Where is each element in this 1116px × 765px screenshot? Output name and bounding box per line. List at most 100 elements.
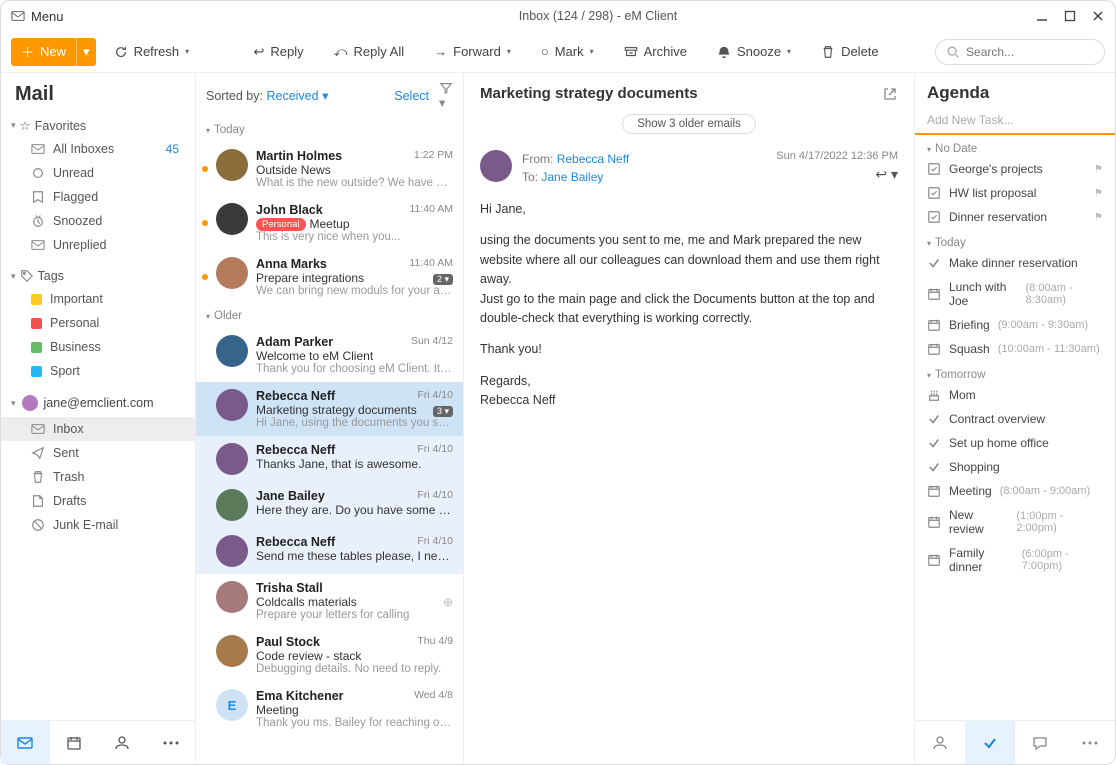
folder-junk-e-mail[interactable]: Junk E-mail (1, 513, 195, 537)
message-item[interactable]: Paul StockThu 4/9Code review - stackDebu… (196, 628, 463, 682)
sidebar-fav-unread[interactable]: Unread (1, 161, 195, 185)
nav-calendar-button[interactable] (50, 721, 99, 764)
folder-inbox[interactable]: Inbox (1, 417, 195, 441)
agenda-item[interactable]: George's projects⚑ (915, 157, 1115, 181)
folder-drafts[interactable]: Drafts (1, 489, 195, 513)
filter-icon[interactable]: ▾ (439, 81, 453, 110)
sender-avatar (480, 150, 512, 182)
close-button[interactable] (1091, 9, 1105, 23)
message-time: Sun 4/12 (411, 335, 453, 349)
new-dropdown[interactable]: ▾ (76, 38, 96, 66)
sidebar-fav-all-inboxes[interactable]: All Inboxes45 (1, 137, 195, 161)
panel-more-button[interactable] (1065, 721, 1115, 764)
tag-color-icon (31, 342, 42, 353)
reply-all-button[interactable]: ⤺Reply All (326, 40, 412, 64)
agenda-section-tomorrow[interactable]: ▾Tomorrow (915, 361, 1115, 383)
account-header[interactable]: ▾jane@emclient.com (1, 389, 195, 417)
message-subject: Send me these tables please, I need... (256, 549, 453, 563)
avatar (216, 535, 248, 567)
agenda: Agenda Add New Task... ▾No Date George's… (915, 73, 1115, 764)
sender-name: John Black (256, 203, 323, 217)
sidebar-tag-business[interactable]: Business (1, 335, 195, 359)
new-button[interactable]: ＋New ▾ (11, 38, 96, 66)
show-older-button[interactable]: Show 3 older emails (622, 114, 756, 134)
agenda-item[interactable]: New review (1:00pm - 2:00pm) (915, 503, 1115, 541)
sidebar-fav-flagged[interactable]: Flagged (1, 185, 195, 209)
agenda-item[interactable]: Set up home office (915, 431, 1115, 455)
menu-button[interactable]: Menu (31, 9, 64, 24)
message-subject: Coldcalls materials⊕ (256, 595, 453, 609)
archive-button[interactable]: Archive (616, 40, 695, 64)
panel-chat-button[interactable] (1015, 721, 1065, 764)
message-item[interactable]: Trisha StallColdcalls materials⊕Prepare … (196, 574, 463, 628)
agenda-item[interactable]: Make dinner reservation (915, 251, 1115, 275)
sidebar-tag-sport[interactable]: Sport (1, 359, 195, 383)
sort-dropdown[interactable]: Received ▾ (266, 88, 328, 103)
popout-icon[interactable] (882, 86, 898, 102)
agenda-item[interactable]: Dinner reservation⚑ (915, 205, 1115, 229)
reply-button[interactable]: ↩Reply (245, 40, 311, 64)
add-task-input[interactable]: Add New Task... (915, 107, 1115, 135)
sidebar-fav-unreplied[interactable]: Unreplied (1, 233, 195, 257)
cal-icon (927, 287, 941, 301)
agenda-item[interactable]: Family dinner (6:00pm - 7:00pm) (915, 541, 1115, 579)
menu-icon[interactable] (11, 9, 25, 23)
to-link[interactable]: Jane Bailey (541, 170, 603, 184)
search-input[interactable] (966, 45, 1094, 59)
sidebar-tag-personal[interactable]: Personal (1, 311, 195, 335)
avatar (216, 443, 248, 475)
agenda-item[interactable]: Meeting (8:00am - 9:00am) (915, 479, 1115, 503)
agenda-item[interactable]: Contract overview (915, 407, 1115, 431)
agenda-item[interactable]: Lunch with Joe (8:00am - 8:30am) (915, 275, 1115, 313)
panel-contacts-button[interactable] (915, 721, 965, 764)
reply-dropdown-icon[interactable]: ↩ ▾ (875, 166, 898, 182)
message-item[interactable]: Rebecca NeffFri 4/10Thanks Jane, that is… (196, 436, 463, 482)
agenda-item[interactable]: Shopping (915, 455, 1115, 479)
favorites-header[interactable]: ▾☆Favorites (1, 114, 195, 137)
panel-agenda-button[interactable] (965, 721, 1015, 764)
folder-sent[interactable]: Sent (1, 441, 195, 465)
agenda-section-nodate[interactable]: ▾No Date (915, 135, 1115, 157)
select-button[interactable]: Select (394, 89, 429, 103)
message-list: Sorted by: Received ▾ Select ▾ ▾TodayMar… (196, 73, 464, 764)
unread-dot (202, 274, 208, 280)
message-item[interactable]: Adam ParkerSun 4/12Welcome to eM ClientT… (196, 328, 463, 382)
sender-name: Rebecca Neff (256, 443, 335, 457)
message-item[interactable]: John Black11:40 AMPersonal MeetupThis is… (196, 196, 463, 250)
message-item[interactable]: Anna Marks11:40 AMPrepare integrations2 … (196, 250, 463, 304)
forward-button[interactable]: →Forward▾ (426, 40, 519, 64)
message-item[interactable]: Jane BaileyFri 4/10Here they are. Do you… (196, 482, 463, 528)
folder-trash[interactable]: Trash (1, 465, 195, 489)
from-link[interactable]: Rebecca Neff (557, 152, 630, 166)
mark-button[interactable]: ○Mark▾ (533, 40, 602, 64)
minimize-button[interactable] (1035, 9, 1049, 23)
refresh-button[interactable]: Refresh▾ (106, 40, 198, 63)
cal-icon (927, 515, 941, 529)
toolbar: ＋New ▾ Refresh▾ ↩Reply ⤺Reply All →Forwa… (1, 31, 1115, 73)
agenda-section-today[interactable]: ▾Today (915, 229, 1115, 251)
message-item[interactable]: Martin Holmes1:22 PMOutside NewsWhat is … (196, 142, 463, 196)
snooze-button[interactable]: Snooze▾ (709, 40, 799, 64)
message-item[interactable]: Rebecca NeffFri 4/10Send me these tables… (196, 528, 463, 574)
message-time: 1:22 PM (414, 149, 453, 163)
sidebar-tag-important[interactable]: Important (1, 287, 195, 311)
message-item[interactable]: EEma KitchenerWed 4/8MeetingThank you ms… (196, 682, 463, 736)
sidebar-fav-snoozed[interactable]: Snoozed (1, 209, 195, 233)
nav-contacts-button[interactable] (98, 721, 147, 764)
tags-header[interactable]: ▾Tags (1, 265, 195, 287)
msg-group-today[interactable]: ▾Today (196, 118, 463, 142)
nav-more-button[interactable] (147, 721, 196, 764)
nav-mail-button[interactable] (1, 721, 50, 764)
agenda-item[interactable]: HW list proposal⚑ (915, 181, 1115, 205)
cal-icon (927, 484, 941, 498)
message-item[interactable]: Rebecca NeffFri 4/10Marketing strategy d… (196, 382, 463, 436)
maximize-button[interactable] (1063, 9, 1077, 23)
msg-group-older[interactable]: ▾Older (196, 304, 463, 328)
agenda-item[interactable]: Mom (915, 383, 1115, 407)
agenda-item[interactable]: Squash (10:00am - 11:30am) (915, 337, 1115, 361)
agenda-item[interactable]: Briefing (9:00am - 9:30am) (915, 313, 1115, 337)
delete-button[interactable]: Delete (813, 40, 887, 64)
message-preview: Hi Jane, using the documents you sent... (256, 417, 453, 429)
avatar (22, 395, 38, 411)
search-box[interactable] (935, 39, 1105, 65)
